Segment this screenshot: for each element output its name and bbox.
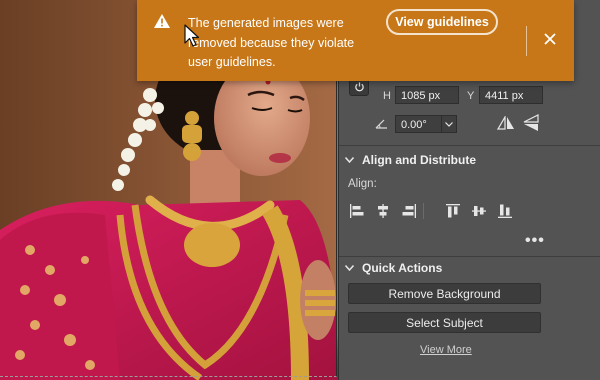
warning-toast: The generated images were removed becaus… [137, 0, 574, 81]
close-icon[interactable] [544, 33, 556, 45]
warning-icon [154, 14, 170, 28]
more-options-icon[interactable]: ••• [525, 232, 545, 250]
view-more-link[interactable]: View More [420, 344, 472, 356]
chevron-down-icon [345, 265, 354, 271]
mouse-pointer-icon [184, 24, 200, 47]
height-input[interactable]: 1085 px [395, 86, 459, 104]
height-label: H [383, 90, 391, 102]
align-top-icon[interactable] [445, 203, 461, 219]
quick-actions-header[interactable]: Quick Actions [345, 260, 442, 276]
toast-message: The generated images were removed becaus… [188, 16, 355, 69]
y-input[interactable]: 4411 px [479, 86, 543, 104]
align-center-vertical-icon[interactable] [471, 203, 487, 219]
align-left-icon[interactable] [349, 203, 365, 219]
flip-horizontal-icon[interactable] [497, 116, 515, 130]
flip-vertical-icon[interactable] [523, 114, 539, 132]
align-bottom-icon[interactable] [497, 203, 513, 219]
view-guidelines-button[interactable]: View guidelines [386, 9, 498, 35]
align-center-horizontal-icon[interactable] [375, 203, 391, 219]
toast-separator [526, 26, 527, 56]
quick-actions-title: Quick Actions [362, 261, 443, 275]
section-divider [339, 145, 600, 146]
align-label: Align: [348, 178, 377, 190]
align-right-icon[interactable] [401, 203, 417, 219]
power-icon [354, 81, 364, 91]
remove-background-button[interactable]: Remove Background [348, 283, 541, 304]
select-subject-button[interactable]: Select Subject [348, 312, 541, 333]
section-divider [339, 256, 600, 257]
angle-dropdown[interactable] [441, 115, 457, 133]
align-separator [423, 203, 424, 219]
y-label: Y [467, 90, 475, 102]
chevron-down-icon [345, 157, 354, 163]
chevron-down-icon [445, 121, 453, 127]
angle-icon [375, 119, 387, 129]
align-distribute-title: Align and Distribute [362, 153, 476, 167]
align-distribute-header[interactable]: Align and Distribute [345, 152, 476, 168]
